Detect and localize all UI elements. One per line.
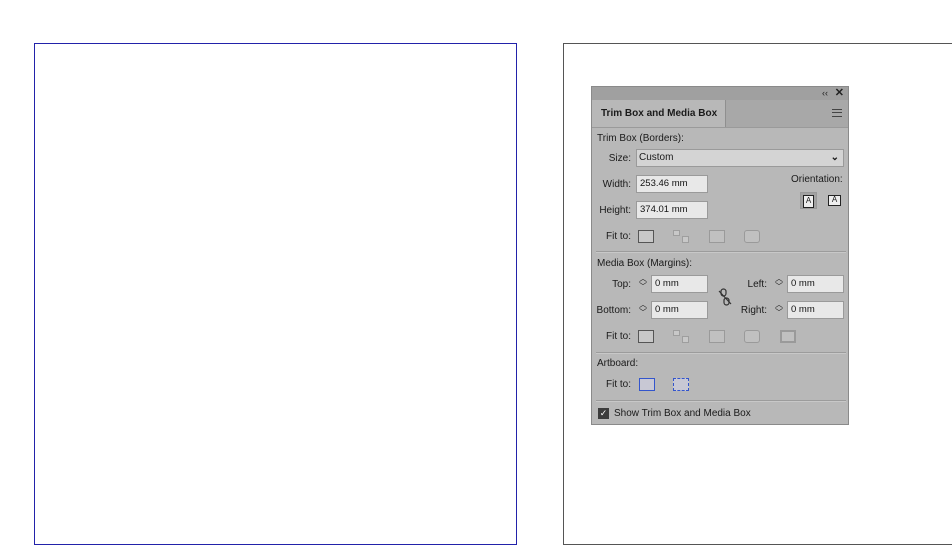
height-field[interactable]: 374.01 mm <box>636 201 708 219</box>
panel-menu-icon[interactable] <box>832 109 842 117</box>
width-label: Width: <box>602 179 631 190</box>
size-select-value: Custom <box>639 152 674 163</box>
media-fit-bounds-icon[interactable] <box>709 330 725 343</box>
top-stepper-icon[interactable]: ︿ ﹀ <box>636 275 650 293</box>
show-boxes-label: Show Trim Box and Media Box <box>614 408 751 419</box>
show-boxes-checkbox[interactable]: ✓ <box>598 408 609 419</box>
media-box-section-label: Media Box (Margins): <box>597 258 693 269</box>
size-select[interactable]: Custom ⌄ <box>636 149 844 167</box>
landscape-icon: A <box>828 195 841 206</box>
artboard-fit-label: Fit to: <box>605 379 631 390</box>
panel-title-bar[interactable]: ‹‹ ✕ <box>592 87 848 100</box>
size-label: Size: <box>608 153 631 164</box>
collapse-icon[interactable]: ‹‹ <box>822 88 828 99</box>
artboard-left <box>34 43 517 545</box>
bottom-stepper-icon[interactable]: ︿ ﹀ <box>636 301 650 319</box>
portrait-icon: A <box>803 195 814 208</box>
media-fit-artwork-icon[interactable] <box>744 330 760 343</box>
orientation-portrait-button[interactable]: A <box>800 192 817 209</box>
orientation-label: Orientation: <box>791 174 843 185</box>
top-label: Top: <box>612 279 631 290</box>
trim-fit-label: Fit to: <box>605 231 631 242</box>
media-fit-artboard-icon[interactable] <box>638 330 654 343</box>
separator <box>596 400 846 402</box>
artboard-fit-trim-icon[interactable] <box>639 378 655 391</box>
media-fit-selection-icon[interactable] <box>673 330 689 343</box>
right-margin-field[interactable]: 0 mm <box>787 301 844 319</box>
orientation-landscape-button[interactable]: A <box>826 192 843 209</box>
separator <box>596 352 846 354</box>
media-fit-trim-icon[interactable] <box>780 330 796 343</box>
artboard-section-label: Artboard: <box>597 358 639 369</box>
fit-selection-icon[interactable] <box>673 230 689 243</box>
left-label: Left: <box>747 279 767 290</box>
width-field[interactable]: 253.46 mm <box>636 175 708 193</box>
fit-bounds-icon[interactable] <box>709 230 725 243</box>
chevron-down-icon: ⌄ <box>830 152 839 163</box>
trim-media-box-panel: ‹‹ ✕ Trim Box and Media Box Trim Box (Bo… <box>591 86 849 425</box>
artboard-fit-media-icon[interactable] <box>673 378 689 391</box>
fit-artwork-icon[interactable] <box>744 230 760 243</box>
close-icon[interactable]: ✕ <box>835 87 844 99</box>
top-margin-field[interactable]: 0 mm <box>651 275 708 293</box>
right-label: Right: <box>740 305 767 316</box>
bottom-label: Bottom: <box>596 305 631 316</box>
separator <box>596 251 846 253</box>
left-margin-field[interactable]: 0 mm <box>787 275 844 293</box>
bottom-margin-field[interactable]: 0 mm <box>651 301 708 319</box>
trim-box-section-label: Trim Box (Borders): <box>597 133 684 144</box>
media-fit-label: Fit to: <box>605 331 631 342</box>
unlink-chain-icon[interactable] <box>718 288 732 306</box>
height-label: Height: <box>599 205 631 216</box>
fit-artboard-icon[interactable] <box>638 230 654 243</box>
panel-tab-bar: Trim Box and Media Box <box>592 100 848 128</box>
left-stepper-icon[interactable]: ︿ ﹀ <box>772 275 786 293</box>
right-stepper-icon[interactable]: ︿ ﹀ <box>772 301 786 319</box>
tab-trim-box-media-box[interactable]: Trim Box and Media Box <box>592 100 726 127</box>
